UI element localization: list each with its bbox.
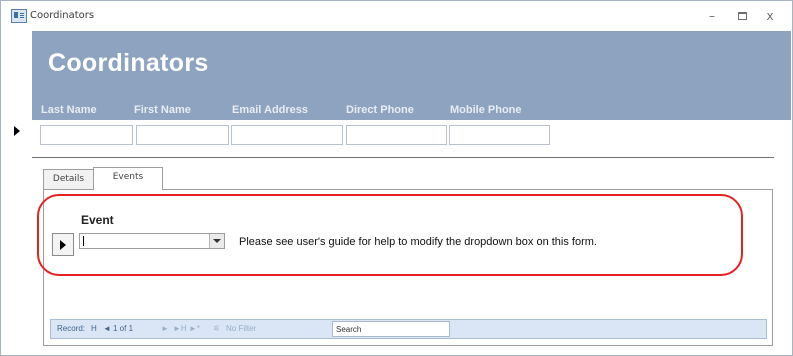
direct-phone-field[interactable] (346, 125, 447, 145)
column-header-mobile-phone: Mobile Phone (450, 104, 522, 116)
filter-icon: ⚟ (213, 324, 221, 333)
no-filter-button[interactable]: No Filter (226, 324, 256, 333)
first-record-button[interactable]: H (91, 324, 97, 333)
record-label: Record: (57, 324, 86, 333)
close-button[interactable]: x (763, 9, 777, 23)
record-position[interactable]: 1 of 1 (113, 324, 133, 333)
tab-details[interactable]: Details (43, 169, 94, 189)
column-header-direct-phone: Direct Phone (346, 104, 414, 116)
form-icon (11, 9, 27, 23)
search-box[interactable]: Search (332, 321, 450, 337)
first-name-field[interactable] (136, 125, 229, 145)
form-header: Coordinators Last Name First Name Email … (32, 31, 791, 120)
new-record-button[interactable]: ►* (189, 324, 200, 333)
form-title: Coordinators (48, 49, 209, 77)
previous-record-button[interactable]: ◄ (103, 324, 111, 333)
record-selector[interactable] (10, 120, 28, 142)
column-header-last-name: Last Name (41, 104, 97, 116)
maximize-button[interactable] (735, 9, 749, 23)
highlight-annotation (37, 194, 743, 276)
maximize-icon (737, 12, 747, 20)
tab-events[interactable]: Events (93, 167, 163, 190)
column-header-email-address: Email Address (232, 104, 309, 116)
current-record-icon (14, 126, 20, 136)
title-bar: Coordinators – x (1, 1, 792, 31)
last-name-field[interactable] (40, 125, 133, 145)
mobile-phone-field[interactable] (449, 125, 550, 145)
minimize-button[interactable]: – (705, 9, 719, 23)
record-navigation-bar: Record: H ◄ 1 of 1 ► ►H ►* ⚟ No Filter S… (50, 319, 767, 339)
divider (32, 157, 774, 158)
column-header-first-name: First Name (134, 104, 191, 116)
window-title: Coordinators (30, 10, 95, 21)
email-address-field[interactable] (231, 125, 343, 145)
search-label: Search (336, 325, 362, 334)
last-record-button[interactable]: ►H (173, 324, 187, 333)
next-record-button[interactable]: ► (161, 324, 169, 333)
